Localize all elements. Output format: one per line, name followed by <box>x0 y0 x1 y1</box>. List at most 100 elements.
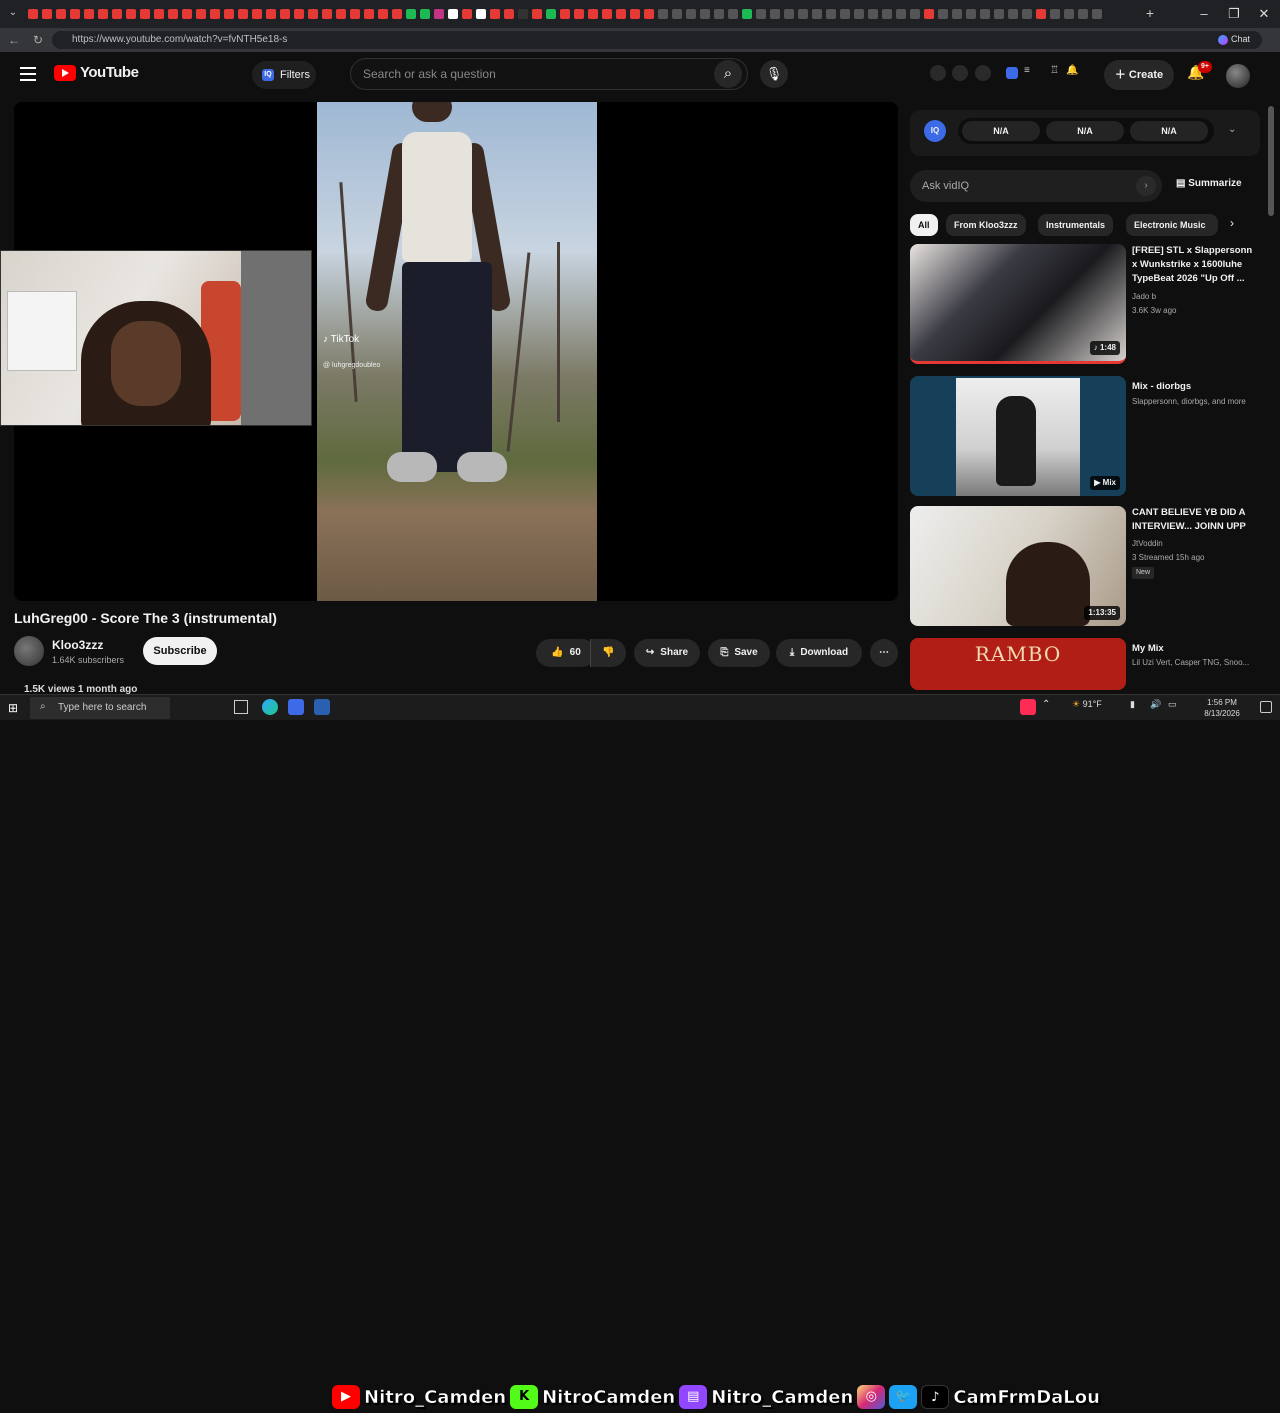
edge-icon[interactable] <box>262 699 278 715</box>
tab-icon[interactable] <box>896 9 906 19</box>
tab-icon[interactable] <box>952 9 962 19</box>
tab-icon[interactable] <box>966 9 976 19</box>
recommendation-item[interactable]: ♪ 1:48 [FREE] STL x Slappersonn x Wunkst… <box>910 244 1260 364</box>
chip-from-channel[interactable]: From Kloo3zzz <box>946 214 1026 236</box>
create-button[interactable]: ＋ Create <box>1104 60 1174 90</box>
channel-avatar[interactable] <box>14 636 44 666</box>
tab-icon[interactable] <box>630 9 640 19</box>
extension-icon[interactable] <box>952 65 968 81</box>
tab-icon[interactable] <box>56 9 66 19</box>
tab-icon[interactable] <box>350 9 360 19</box>
tab-icon[interactable] <box>994 9 1004 19</box>
tab-icon[interactable] <box>1050 9 1060 19</box>
channel-name[interactable]: Slappersonn, diorbgs, and more <box>1132 396 1260 408</box>
tab-icon[interactable] <box>112 9 122 19</box>
tab-icon[interactable] <box>294 9 304 19</box>
extension-icon[interactable]: ♖ <box>1050 65 1066 81</box>
task-view-icon[interactable] <box>234 700 248 714</box>
video-thumbnail[interactable]: ▶ Mix <box>910 376 1126 496</box>
tab-icon[interactable] <box>812 9 822 19</box>
tab-icon[interactable] <box>1092 9 1102 19</box>
search-icon[interactable]: ⌕ <box>714 60 742 88</box>
app-icon[interactable] <box>288 699 304 715</box>
tab-icon[interactable] <box>224 9 234 19</box>
tab-icon[interactable] <box>280 9 290 19</box>
channel-name[interactable]: Jado b <box>1132 291 1260 303</box>
tab-icon[interactable] <box>1036 9 1046 19</box>
copilot-chat-button[interactable]: Chat <box>1218 34 1250 45</box>
search-input[interactable]: Search or ask a question <box>350 58 748 90</box>
page-scrollbar[interactable] <box>1268 98 1274 688</box>
tab-icon[interactable] <box>532 9 542 19</box>
tab-icon[interactable] <box>728 9 738 19</box>
tab-icon[interactable] <box>182 9 192 19</box>
tab-icon[interactable] <box>462 9 472 19</box>
dislike-button[interactable]: 👎 <box>590 639 626 667</box>
video-title[interactable]: [FREE] STL x Slappersonn x Wunkstrike x … <box>1132 244 1260 286</box>
tab-icon[interactable] <box>336 9 346 19</box>
chip-all[interactable]: All <box>910 214 938 236</box>
reload-icon[interactable]: ↻ <box>30 32 46 48</box>
tab-icon[interactable] <box>938 9 948 19</box>
chevron-right-icon[interactable]: › <box>1136 176 1156 196</box>
tab-icon[interactable] <box>980 9 990 19</box>
video-title[interactable]: CANT BELIEVE YB DID A INTERVIEW... JOINN… <box>1132 506 1260 534</box>
extension-icon[interactable] <box>975 65 991 81</box>
more-actions-button[interactable]: ⋯ <box>870 639 898 667</box>
tab-icon[interactable] <box>322 9 332 19</box>
channel-name[interactable]: Kloo3zzz <box>52 638 103 652</box>
tab-icon[interactable] <box>770 9 780 19</box>
extension-icon[interactable] <box>930 65 946 81</box>
tab-icon[interactable] <box>266 9 276 19</box>
video-title[interactable]: My Mix <box>1132 642 1260 656</box>
tab-icon[interactable] <box>406 9 416 19</box>
share-button[interactable]: ↪ Share <box>634 639 700 667</box>
tab-icon[interactable] <box>238 9 248 19</box>
tab-icon[interactable] <box>84 9 94 19</box>
tiktok-taskbar-icon[interactable] <box>1020 699 1036 715</box>
tab-icon[interactable] <box>420 9 430 19</box>
weather-readout[interactable]: ☀ 91°F <box>1072 699 1102 710</box>
tab-icon[interactable] <box>840 9 850 19</box>
chip-instrumentals[interactable]: Instrumentals <box>1038 214 1114 236</box>
account-avatar[interactable] <box>1226 64 1250 88</box>
tab-icon[interactable] <box>1064 9 1074 19</box>
tab-icon[interactable] <box>882 9 892 19</box>
tab-icon[interactable] <box>546 9 556 19</box>
tab-icon[interactable] <box>1008 9 1018 19</box>
tab-icon[interactable] <box>126 9 136 19</box>
tab-icon[interactable] <box>378 9 388 19</box>
like-button[interactable]: 👍 60 <box>536 639 596 667</box>
recommendation-item[interactable]: RAMBO My Mix Lil Uzi Vert, Casper TNG, S… <box>910 638 1260 690</box>
channel-name[interactable]: Lil Uzi Vert, Casper TNG, Snoo... <box>1132 657 1260 669</box>
tab-icon[interactable] <box>1022 9 1032 19</box>
tab-icon[interactable] <box>434 9 444 19</box>
tab-icon[interactable] <box>518 9 528 19</box>
video-title[interactable]: Mix - diorbgs <box>1132 380 1260 394</box>
tab-icon[interactable] <box>924 9 934 19</box>
summarize-button[interactable]: ▤ Summarize <box>1176 178 1242 189</box>
tab-icon[interactable] <box>70 9 80 19</box>
recommendation-item[interactable]: ▶ Mix Mix - diorbgs Slappersonn, diorbgs… <box>910 376 1260 496</box>
tab-icon[interactable] <box>658 9 668 19</box>
battery-icon[interactable]: ▭ <box>1168 699 1177 710</box>
close-window-icon[interactable]: ✕ <box>1246 4 1280 24</box>
recommendation-item[interactable]: 1:13:35 CANT BELIEVE YB DID A INTERVIEW.… <box>910 506 1260 626</box>
subscribe-button[interactable]: Subscribe <box>143 637 217 665</box>
tab-icon[interactable] <box>560 9 570 19</box>
tab-list-icon[interactable]: ⌄ <box>6 6 20 20</box>
tab-icon[interactable] <box>308 9 318 19</box>
youtube-logo[interactable]: YouTube <box>54 64 139 81</box>
tab-icon[interactable] <box>588 9 598 19</box>
tab-icon[interactable] <box>364 9 374 19</box>
notification-center-icon[interactable] <box>1260 701 1272 713</box>
tab-icon[interactable] <box>196 9 206 19</box>
chevron-down-icon[interactable]: ⌄ <box>1228 124 1236 135</box>
tab-icon[interactable] <box>168 9 178 19</box>
tab-icon[interactable] <box>602 9 612 19</box>
tab-icon[interactable] <box>672 9 682 19</box>
tab-icon[interactable] <box>42 9 52 19</box>
save-button[interactable]: ⎘ Save <box>708 639 770 667</box>
tray-chevron-icon[interactable]: ⌃ <box>1042 699 1050 710</box>
tab-icon[interactable] <box>504 9 514 19</box>
